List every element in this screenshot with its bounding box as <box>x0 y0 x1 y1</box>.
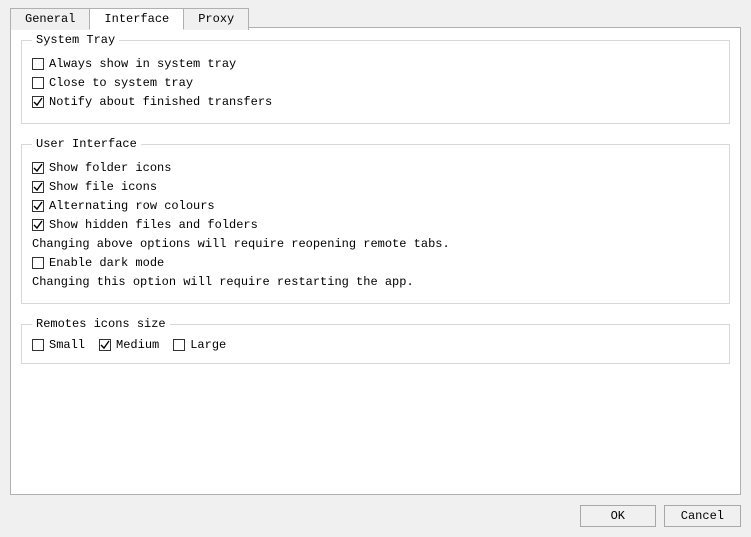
checkbox-size-medium[interactable] <box>99 339 111 351</box>
label-close-to-tray: Close to system tray <box>49 75 193 91</box>
label-always-show-tray: Always show in system tray <box>49 56 236 72</box>
tab-proxy[interactable]: Proxy <box>183 8 249 30</box>
group-remotes-icons-size: Remotes icons size Small Medium Large <box>21 324 730 364</box>
checkbox-show-file-icons[interactable] <box>32 181 44 193</box>
label-size-medium: Medium <box>116 337 159 353</box>
label-show-folder-icons: Show folder icons <box>49 160 171 176</box>
interface-panel: System Tray Always show in system tray C… <box>10 27 741 495</box>
label-size-small: Small <box>49 337 85 353</box>
dialog-buttons: OK Cancel <box>580 505 741 527</box>
group-title-user-interface: User Interface <box>32 137 141 151</box>
label-show-file-icons: Show file icons <box>49 179 157 195</box>
group-title-remotes-icons: Remotes icons size <box>32 317 170 331</box>
label-size-large: Large <box>190 337 226 353</box>
checkbox-close-to-tray[interactable] <box>32 77 44 89</box>
group-title-system-tray: System Tray <box>32 33 119 47</box>
checkbox-size-small[interactable] <box>32 339 44 351</box>
cancel-button[interactable]: Cancel <box>664 505 741 527</box>
label-show-hidden: Show hidden files and folders <box>49 217 258 233</box>
tab-bar: General Interface Proxy <box>10 8 249 30</box>
ok-button[interactable]: OK <box>580 505 656 527</box>
checkbox-always-show-tray[interactable] <box>32 58 44 70</box>
checkbox-notify-finished[interactable] <box>32 96 44 108</box>
label-dark-mode: Enable dark mode <box>49 255 164 271</box>
note-reopen-tabs: Changing above options will require reop… <box>32 236 719 252</box>
label-alt-row-colours: Alternating row colours <box>49 198 215 214</box>
checkbox-show-hidden[interactable] <box>32 219 44 231</box>
checkbox-dark-mode[interactable] <box>32 257 44 269</box>
tab-interface[interactable]: Interface <box>89 8 184 30</box>
checkbox-alt-row-colours[interactable] <box>32 200 44 212</box>
group-system-tray: System Tray Always show in system tray C… <box>21 40 730 124</box>
checkbox-show-folder-icons[interactable] <box>32 162 44 174</box>
tab-general[interactable]: General <box>10 8 90 30</box>
note-restart-app: Changing this option will require restar… <box>32 274 719 290</box>
label-notify-finished: Notify about finished transfers <box>49 94 272 110</box>
group-user-interface: User Interface Show folder icons Show fi… <box>21 144 730 304</box>
checkbox-size-large[interactable] <box>173 339 185 351</box>
